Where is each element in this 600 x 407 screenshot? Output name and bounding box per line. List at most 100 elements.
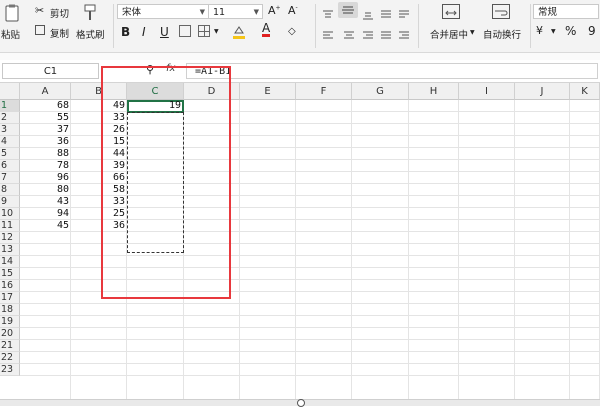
- row-gridline: [20, 327, 600, 328]
- select-all-corner[interactable]: [0, 83, 20, 100]
- row-header-18[interactable]: 18: [0, 304, 20, 316]
- row-header-6[interactable]: 6: [0, 160, 20, 172]
- row-header-2[interactable]: 2: [0, 112, 20, 124]
- row-header-1[interactable]: 1: [0, 100, 20, 112]
- row-header-12[interactable]: 12: [0, 232, 20, 244]
- text-direction-icon[interactable]: [398, 5, 410, 24]
- cell-a5[interactable]: 88: [20, 148, 69, 160]
- number-format-select[interactable]: 常规: [533, 4, 599, 19]
- distributed-icon[interactable]: [380, 26, 392, 45]
- indent-icon[interactable]: [398, 26, 410, 45]
- italic-button[interactable]: I: [142, 25, 146, 39]
- cell-a9[interactable]: 43: [20, 196, 69, 208]
- row-header-13[interactable]: 13: [0, 244, 20, 256]
- row-header-16[interactable]: 16: [0, 280, 20, 292]
- currency-icon[interactable]: ¥: [536, 24, 543, 37]
- align-left-icon[interactable]: [322, 26, 334, 45]
- chevron-down-icon[interactable]: ▼: [551, 28, 556, 35]
- column-header-h[interactable]: H: [409, 83, 459, 100]
- row-header-10[interactable]: 10: [0, 208, 20, 220]
- cut-button[interactable]: 剪切: [50, 6, 69, 20]
- row-header-15[interactable]: 15: [0, 268, 20, 280]
- merge-center-button[interactable]: 合并居中: [430, 27, 468, 41]
- column-gridline: [458, 100, 459, 400]
- chevron-down-icon[interactable]: ▼: [470, 29, 475, 36]
- cell-a10[interactable]: 94: [20, 208, 69, 220]
- thousands-separator-button[interactable]: 9: [588, 24, 596, 38]
- column-gridline: [569, 100, 570, 400]
- column-header-f[interactable]: F: [296, 83, 352, 100]
- align-top-icon[interactable]: [322, 5, 334, 24]
- name-box[interactable]: C1: [2, 63, 99, 79]
- column-header-j[interactable]: J: [515, 83, 570, 100]
- row-header-3[interactable]: 3: [0, 124, 20, 136]
- column-header-k[interactable]: K: [570, 83, 600, 100]
- align-middle-icon[interactable]: [338, 2, 358, 18]
- align-bottom-icon[interactable]: [362, 5, 374, 24]
- wrap-text-button[interactable]: 自动换行: [483, 27, 521, 41]
- font-name-select[interactable]: 宋体 ▼: [117, 4, 209, 19]
- align-right-icon[interactable]: [362, 26, 374, 45]
- row-header-21[interactable]: 21: [0, 340, 20, 352]
- decrease-font-icon[interactable]: A-: [288, 4, 298, 17]
- ribbon-toolbar: 粘贴 ✂ 剪切 复制 格式刷 宋体 ▼ 11 ▼ A+ A- B I U ▼ A…: [0, 0, 600, 53]
- column-gridline: [408, 100, 409, 400]
- border-icon[interactable]: [198, 25, 210, 37]
- column-gridline: [514, 100, 515, 400]
- column-header-e[interactable]: E: [240, 83, 296, 100]
- row-header-22[interactable]: 22: [0, 352, 20, 364]
- ribbon-divider: [418, 4, 419, 48]
- font-color-icon[interactable]: A: [262, 22, 271, 37]
- cell-a2[interactable]: 55: [20, 112, 69, 124]
- paste-icon[interactable]: [4, 4, 20, 22]
- align-center-icon[interactable]: [343, 26, 355, 45]
- align-justify-icon[interactable]: [380, 5, 392, 24]
- bold-button[interactable]: B: [121, 25, 130, 39]
- chevron-down-icon[interactable]: ▼: [214, 28, 219, 35]
- cut-icon[interactable]: ✂: [35, 4, 44, 17]
- row-header-4[interactable]: 4: [0, 136, 20, 148]
- row-gridline: [20, 375, 600, 376]
- row-header-9[interactable]: 9: [0, 196, 20, 208]
- row-gridline: [20, 303, 600, 304]
- ribbon-divider: [113, 4, 114, 48]
- scroll-handle-icon[interactable]: [297, 399, 305, 407]
- eraser-icon[interactable]: ◇: [288, 26, 296, 37]
- increase-font-icon[interactable]: A+: [268, 4, 281, 17]
- column-header-g[interactable]: G: [352, 83, 409, 100]
- format-painter-icon[interactable]: [82, 4, 98, 26]
- row-header-23[interactable]: 23: [0, 364, 20, 376]
- copy-icon[interactable]: [35, 25, 45, 35]
- percent-button[interactable]: %: [565, 24, 576, 38]
- annotation-highlight-box: [101, 66, 231, 299]
- cell-a8[interactable]: 80: [20, 184, 69, 196]
- chevron-down-icon: ▼: [199, 8, 205, 16]
- cell-a4[interactable]: 36: [20, 136, 69, 148]
- wrap-text-icon[interactable]: [492, 4, 510, 19]
- underline-button[interactable]: U: [160, 25, 169, 39]
- row-header-14[interactable]: 14: [0, 256, 20, 268]
- paste-button[interactable]: 粘贴: [1, 27, 20, 41]
- copy-button[interactable]: 复制: [50, 26, 69, 40]
- row-header-17[interactable]: 17: [0, 292, 20, 304]
- font-size-select[interactable]: 11 ▼: [208, 4, 263, 19]
- merge-center-icon[interactable]: [442, 4, 460, 19]
- cell-a6[interactable]: 78: [20, 160, 69, 172]
- format-painter-button[interactable]: 格式刷: [76, 27, 105, 41]
- row-header-20[interactable]: 20: [0, 328, 20, 340]
- cell-a11[interactable]: 45: [20, 220, 69, 232]
- formula-input[interactable]: =A1-B1: [186, 63, 598, 79]
- fill-color-icon[interactable]: [232, 24, 246, 39]
- cell-a7[interactable]: 96: [20, 172, 69, 184]
- row-header-5[interactable]: 5: [0, 148, 20, 160]
- row-header-7[interactable]: 7: [0, 172, 20, 184]
- cell-a3[interactable]: 37: [20, 124, 69, 136]
- column-header-i[interactable]: I: [459, 83, 515, 100]
- row-header-11[interactable]: 11: [0, 220, 20, 232]
- column-header-a[interactable]: A: [20, 83, 71, 100]
- strikethrough-icon[interactable]: [179, 25, 191, 37]
- row-header-19[interactable]: 19: [0, 316, 20, 328]
- row-header-8[interactable]: 8: [0, 184, 20, 196]
- number-format-value: 常规: [538, 7, 558, 18]
- cell-a1[interactable]: 68: [20, 100, 69, 112]
